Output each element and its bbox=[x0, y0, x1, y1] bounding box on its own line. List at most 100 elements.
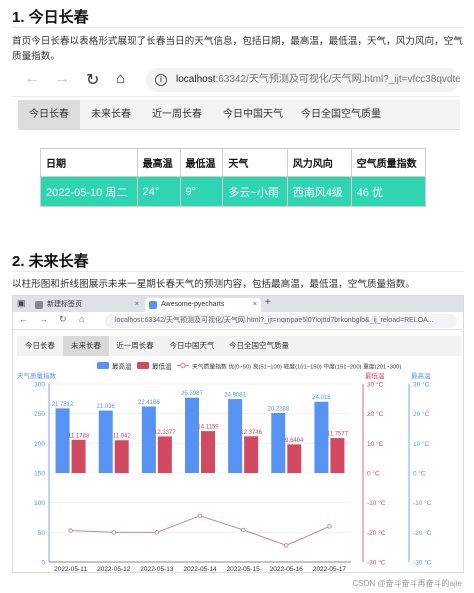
home-icon[interactable]: ⌂ bbox=[79, 314, 84, 324]
mid-tick-label: -10 °C bbox=[367, 499, 386, 507]
tab-air-quality[interactable]: 今日全国空气质量 bbox=[294, 100, 388, 130]
bar-label-high: 25.3987 bbox=[181, 391, 203, 397]
left-tick-label: 50 bbox=[38, 530, 46, 537]
aqi-point bbox=[327, 524, 332, 529]
bar-low bbox=[201, 431, 215, 473]
table-row: 2022-05-10 周二 24° 9° 多云~小雨 西南风4级 46 优 bbox=[40, 176, 427, 207]
table-cell: 24° bbox=[136, 176, 181, 207]
left-axis-title: 天气质量指数 bbox=[17, 371, 57, 380]
table-header: 最高温 bbox=[136, 148, 181, 177]
window-menu-icon[interactable]: ▣ bbox=[17, 298, 26, 309]
bar-label-low: 14.1159 bbox=[197, 425, 219, 431]
bar-label-low: 11.1788 bbox=[68, 433, 90, 439]
x-tick-label: 2022-05-11 bbox=[54, 566, 87, 572]
mid-tick-label: -30 °C bbox=[367, 559, 386, 567]
browser-tab-newtab[interactable]: 新建标签页 × bbox=[31, 298, 143, 312]
left-tick-label: 150 bbox=[34, 471, 45, 478]
tab-week[interactable]: 近一周长春 bbox=[109, 336, 161, 356]
x-tick-label: 2022-05-15 bbox=[227, 566, 261, 572]
bar-label-low: 9.6404 bbox=[285, 438, 304, 444]
tab-favicon-icon bbox=[149, 301, 157, 309]
bar-high bbox=[55, 408, 70, 473]
tab-favicon-icon bbox=[35, 301, 43, 309]
watermark: CSDN @奋斗奋斗再奋斗的ajie bbox=[352, 579, 462, 588]
tab-week[interactable]: 近一周长春 bbox=[142, 100, 212, 130]
home-icon[interactable]: ⌂ bbox=[116, 70, 125, 87]
x-tick-label: 2022-05-16 bbox=[270, 566, 304, 572]
left-tick-label: 100 bbox=[34, 500, 45, 507]
left-tick-label: 200 bbox=[34, 441, 45, 448]
tab-air-quality[interactable]: 今日全国空气质量 bbox=[223, 336, 295, 356]
aqi-point bbox=[197, 513, 203, 518]
divider bbox=[12, 27, 464, 28]
screenshot-today: ← → ↻ ⌂ i localhost:63342/天气预测及可视化/天气网.h… bbox=[12, 64, 460, 252]
forward-icon[interactable]: → bbox=[54, 70, 70, 88]
forward-icon[interactable]: → bbox=[39, 314, 48, 324]
x-tick-label: 2022-05-13 bbox=[140, 566, 174, 572]
tab-today[interactable]: 今日长春 bbox=[18, 100, 80, 130]
today-weather-table: 日期 最高温 最低温 天气 风力风向 空气质量指数 2022-05-10 周二 … bbox=[40, 148, 427, 207]
bar-low bbox=[157, 436, 172, 473]
reload-icon[interactable]: ↻ bbox=[59, 314, 67, 325]
future-weather-chart: 最高温 最低温 天气质量指数 优(0~50) 良(51~100) 轻度(101~15… bbox=[17, 362, 432, 573]
aqi-point bbox=[68, 528, 73, 533]
browser-tab-pyecharts[interactable]: Awesome-pyecharts × bbox=[145, 298, 261, 312]
table-cell: 9° bbox=[179, 176, 224, 207]
mid-axis-title: 最低温 bbox=[365, 371, 385, 380]
new-tab-icon[interactable]: + bbox=[265, 297, 271, 308]
x-tick-label: 2022-05-12 bbox=[97, 566, 131, 572]
mid-tick-label: 20 °C bbox=[367, 410, 384, 418]
aqi-point bbox=[111, 530, 116, 535]
bar-label-high: 24.018 bbox=[312, 395, 331, 401]
address-bar[interactable]: localhost:63342/天气预测及可视化/天气网.html?_ijt=n… bbox=[105, 314, 457, 328]
bar-low bbox=[330, 438, 345, 473]
bar-high bbox=[98, 410, 113, 473]
x-tick-label: 2022-05-17 bbox=[313, 566, 347, 572]
nav-tabs: 今日长春 未来长春 近一周长春 今日中国天气 今日全国空气质量 bbox=[18, 100, 460, 130]
bar-low bbox=[114, 440, 129, 473]
mid-tick-label: 30 °C bbox=[367, 381, 384, 389]
section2-heading: 2. 未来长春 bbox=[12, 253, 89, 270]
browser-toolbar: ← → ↻ ⌂ localhost:63342/天气预测及可视化/天气网.htm… bbox=[13, 312, 463, 330]
bar-high bbox=[228, 399, 243, 473]
right-axis-title: 最高温 bbox=[411, 371, 431, 380]
bar-label-high: 22.4166 bbox=[138, 400, 160, 406]
divider bbox=[12, 271, 464, 272]
tab-today[interactable]: 今日长春 bbox=[17, 336, 63, 356]
mid-tick-label: 0 °C bbox=[367, 470, 380, 478]
aqi-point bbox=[154, 530, 160, 535]
aqi-point bbox=[284, 543, 289, 548]
right-tick-label: 10 °C bbox=[413, 440, 430, 448]
tab-future[interactable]: 未来长春 bbox=[63, 336, 109, 356]
bar-high bbox=[271, 412, 286, 473]
table-header: 日期 bbox=[40, 148, 138, 177]
section1-heading: 1. 今日长春 bbox=[12, 9, 89, 26]
close-icon[interactable]: × bbox=[253, 298, 257, 312]
bar-label-low: 11.042 bbox=[113, 434, 132, 440]
section2-description: 以柱形图和折线图展示未来一星期长春天气的预测内容，包括最高温，最低温，空气质量指… bbox=[12, 279, 415, 290]
bar-label-low: 11.7577 bbox=[327, 432, 349, 438]
table-header: 最低温 bbox=[179, 148, 224, 177]
back-icon[interactable]: ← bbox=[24, 70, 40, 88]
browser-toolbar: ← → ↻ ⌂ i localhost:63342/天气预测及可视化/天气网.h… bbox=[12, 64, 460, 97]
legend-swatch-low bbox=[137, 362, 149, 369]
tab-china-weather[interactable]: 今日中国天气 bbox=[161, 336, 223, 356]
table-header: 风力风向 bbox=[286, 148, 352, 177]
back-icon[interactable]: ← bbox=[19, 314, 28, 324]
browser-tab-strip: ▣ 新建标签页 × Awesome-pyecharts × + bbox=[13, 296, 463, 312]
address-bar[interactable]: i localhost:63342/天气预测及可视化/天气网.html?_ijt… bbox=[146, 68, 460, 92]
table-header: 空气质量指数 bbox=[350, 148, 427, 177]
tab-future[interactable]: 未来长春 bbox=[80, 100, 142, 130]
mid-tick-label: -20 °C bbox=[367, 529, 386, 537]
section1-description: 首页今日长春以表格形式展现了长春当日的天气信息，包括日期，最高温，最低温，天气，… bbox=[12, 36, 463, 62]
bar-low bbox=[71, 439, 86, 473]
bar-low bbox=[244, 436, 259, 473]
left-tick-label: 0 bbox=[41, 560, 45, 567]
close-icon[interactable]: × bbox=[135, 298, 139, 312]
nav-tabs: 今日长春 未来长春 近一周长春 今日中国天气 今日全国空气质量 bbox=[17, 336, 461, 356]
reload-icon[interactable]: ↻ bbox=[86, 70, 99, 90]
legend-label-aqi: 天气质量指数 优(0~50) 良(51~100) 轻度(101~150) 中度(… bbox=[192, 363, 401, 371]
tab-china-weather[interactable]: 今日中国天气 bbox=[212, 100, 294, 130]
info-icon[interactable]: i bbox=[155, 74, 167, 86]
table-cell: 西南风4级 bbox=[286, 176, 352, 207]
